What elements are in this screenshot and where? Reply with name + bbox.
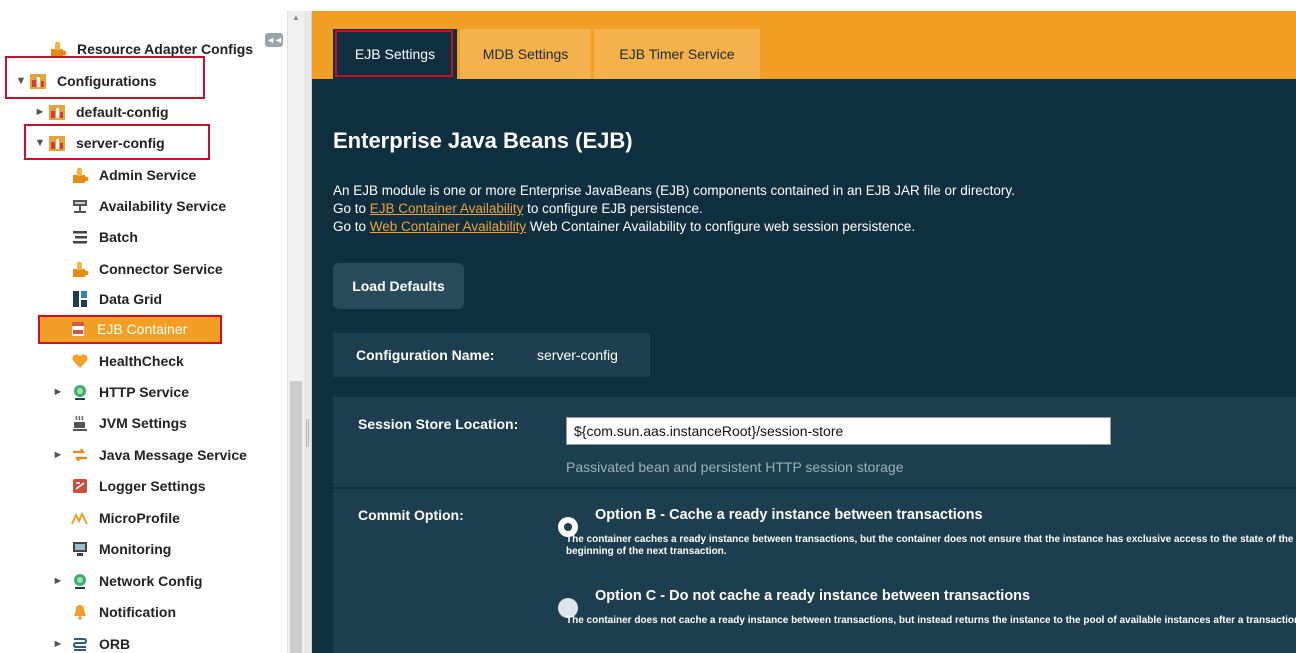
tree-item-http-service[interactable]: ► HTTP Service	[51, 379, 189, 405]
web-container-availability-link[interactable]: Web Container Availability	[370, 219, 526, 234]
commit-option-label: Commit Option:	[358, 507, 464, 523]
tree-item-jvm-settings[interactable]: JVM Settings	[70, 410, 187, 436]
availability-icon	[70, 197, 90, 215]
tree-item-monitoring[interactable]: Monitoring	[70, 536, 171, 562]
jar-icon	[68, 320, 88, 338]
collapse-tree-button[interactable]: ◄◄	[265, 33, 283, 47]
panel-splitter[interactable]	[304, 11, 312, 653]
orb-icon	[70, 635, 90, 653]
page-description-line: Go to EJB Container Availability to conf…	[333, 201, 703, 216]
option-c-title: Option C - Do not cache a ready instance…	[595, 588, 1031, 604]
configuration-name-box: Configuration Name: server-config	[333, 333, 650, 377]
page-description-line: An EJB module is one or more Enterprise …	[333, 183, 1015, 198]
tree-item-configurations[interactable]: ▼ Configurations	[14, 68, 157, 94]
expand-toggle-icon[interactable]: ►	[51, 449, 65, 461]
session-store-input[interactable]	[566, 417, 1111, 445]
tree-item-default-config[interactable]: ► default-config	[33, 99, 169, 125]
scroll-up-icon[interactable]: ▲	[292, 13, 300, 22]
globe-icon	[70, 383, 90, 401]
splitter-grip-icon[interactable]	[306, 419, 309, 447]
option-b-description: The container caches a ready instance be…	[566, 534, 1296, 545]
expand-toggle-icon[interactable]: ►	[51, 575, 65, 587]
expand-toggle-icon[interactable]: ▼	[33, 137, 47, 149]
puzzle-icon	[70, 166, 90, 184]
option-b-title: Option B - Cache a ready instance betwee…	[595, 507, 983, 523]
heart-icon	[70, 352, 90, 370]
main-content: EJB Settings MDB Settings EJB Timer Serv…	[312, 11, 1296, 653]
logger-icon	[70, 477, 90, 495]
puzzle-icon	[48, 40, 68, 58]
scrollbar-thumb[interactable]	[290, 381, 302, 653]
expand-toggle-icon[interactable]: ►	[33, 106, 47, 118]
coffee-icon	[70, 414, 90, 432]
batch-icon	[70, 228, 90, 246]
page-title: Enterprise Java Beans (EJB)	[333, 128, 633, 153]
tree-item-resource-adapter-configs[interactable]: Resource Adapter Configs	[48, 36, 253, 62]
config-icon	[47, 134, 67, 152]
tree-item-ejb-container[interactable]: EJB Container	[40, 316, 221, 342]
monitor-icon	[70, 540, 90, 558]
configuration-name-label: Configuration Name:	[356, 347, 495, 363]
ejb-container-availability-link[interactable]: EJB Container Availability	[370, 201, 524, 216]
navigation-tree: Resource Adapter Configs ◄◄ ▼ Configurat…	[0, 11, 287, 653]
data-grid-icon	[70, 290, 90, 308]
session-store-help: Passivated bean and persistent HTTP sess…	[566, 459, 904, 475]
session-store-label: Session Store Location:	[358, 416, 519, 432]
tab-mdb-settings[interactable]: MDB Settings	[460, 29, 591, 79]
tree-item-orb[interactable]: ► ORB	[51, 631, 131, 653]
expand-toggle-icon[interactable]: ▼	[14, 75, 28, 87]
tree-item-batch[interactable]: Batch	[70, 224, 138, 250]
option-b-description: beginning of the next transaction.	[566, 546, 727, 557]
page-description-line: Go to Web Container Availability Web Con…	[333, 219, 916, 234]
arrows-icon	[70, 446, 90, 464]
microprofile-icon	[70, 509, 90, 527]
option-c-description: The container does not cache a ready ins…	[566, 615, 1296, 626]
tree-item-java-message-service[interactable]: ► Java Message Service	[51, 442, 247, 468]
tree-item-network-config[interactable]: ► Network Config	[51, 568, 202, 594]
settings-form: Session Store Location: Passivated bean …	[333, 397, 1296, 653]
globe-icon	[70, 572, 90, 590]
expand-toggle-icon[interactable]: ►	[51, 638, 65, 650]
tree-item-availability-service[interactable]: Availability Service	[70, 193, 226, 219]
tree-item-logger-settings[interactable]: Logger Settings	[70, 473, 206, 499]
row-divider	[333, 487, 1296, 489]
tree-scrollbar[interactable]: ▲	[287, 11, 304, 653]
config-icon	[28, 72, 48, 90]
tree-item-microprofile[interactable]: MicroProfile	[70, 505, 180, 531]
tree-item-connector-service[interactable]: Connector Service	[70, 256, 223, 282]
tree-item-healthcheck[interactable]: HealthCheck	[70, 348, 184, 374]
config-icon	[47, 103, 67, 121]
tree-item-data-grid[interactable]: Data Grid	[70, 286, 162, 312]
load-defaults-button[interactable]: Load Defaults	[333, 263, 464, 309]
tree-item-admin-service[interactable]: Admin Service	[70, 162, 196, 188]
bell-icon	[70, 603, 90, 621]
expand-toggle-icon[interactable]: ►	[51, 386, 65, 398]
tab-bar: EJB Settings MDB Settings EJB Timer Serv…	[312, 11, 1296, 79]
tree-item-notification[interactable]: Notification	[70, 599, 176, 625]
tab-ejb-settings[interactable]: EJB Settings	[333, 29, 457, 79]
tab-ejb-timer-service[interactable]: EJB Timer Service	[594, 29, 760, 79]
tree-item-server-config[interactable]: ▼ server-config	[33, 130, 165, 156]
configuration-name-value: server-config	[537, 347, 618, 363]
puzzle-icon	[70, 260, 90, 278]
